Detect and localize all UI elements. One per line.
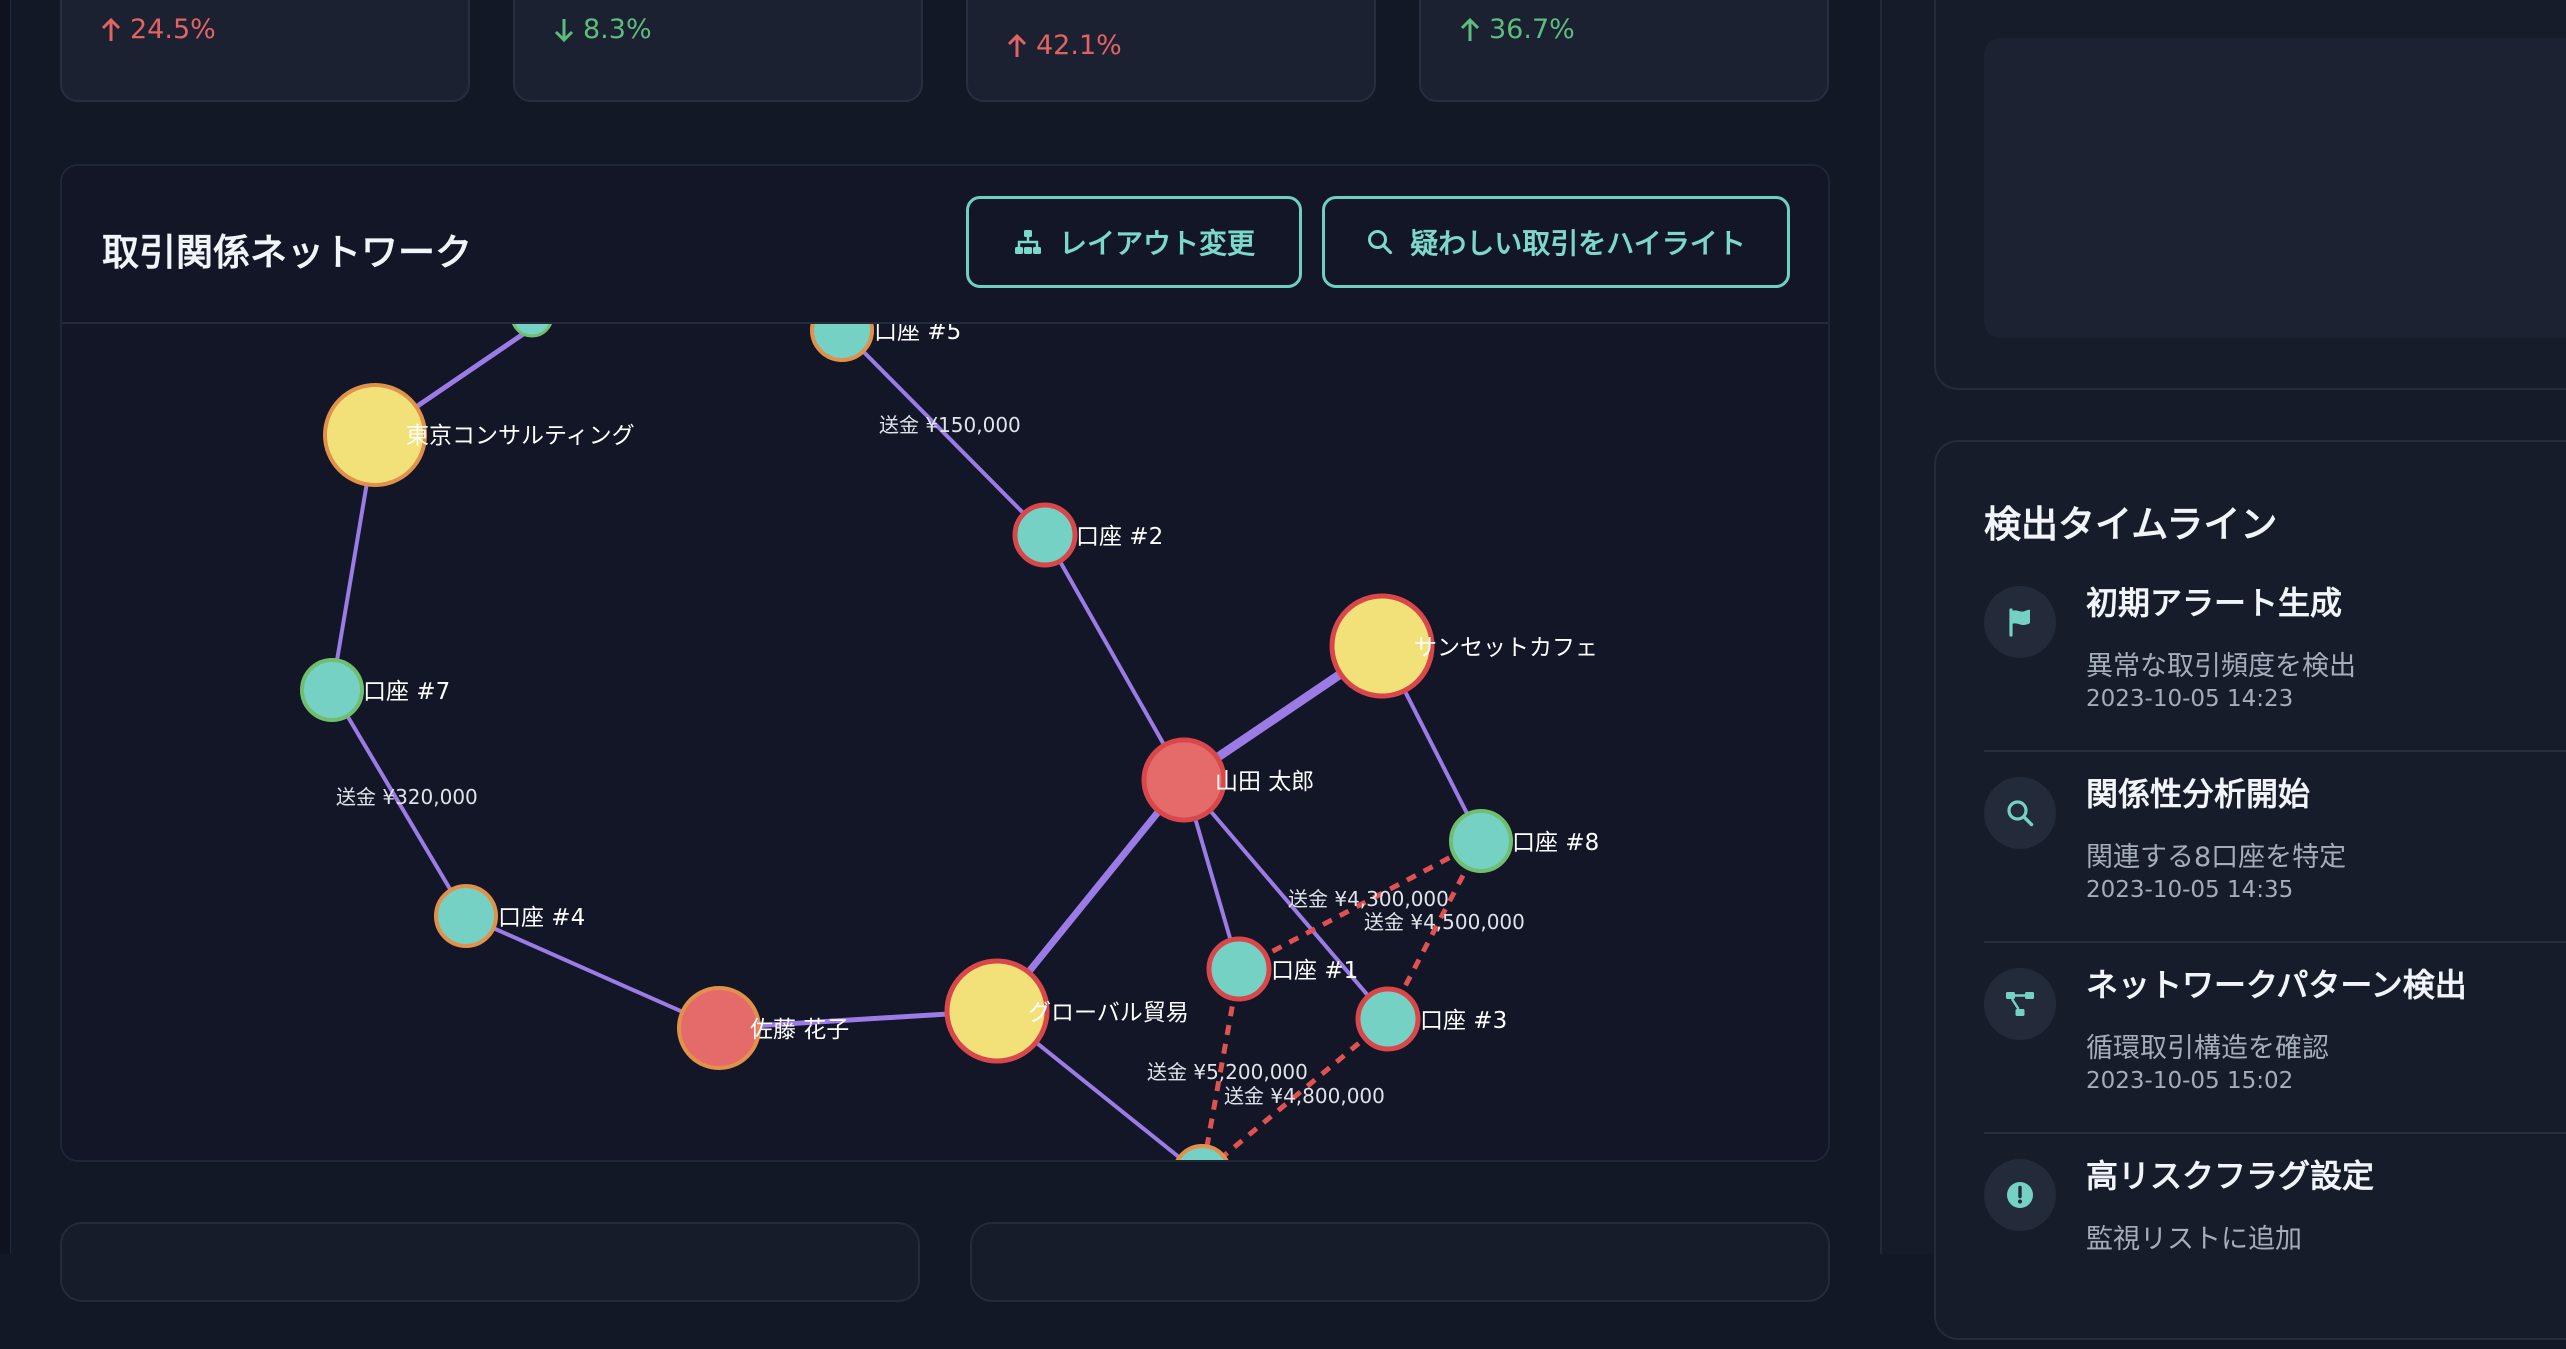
layout-change-button[interactable]: レイアウト変更 bbox=[966, 196, 1302, 288]
timeline-item-title: ネットワークパターン検出 bbox=[2086, 966, 2467, 1004]
divider bbox=[1984, 1132, 2566, 1134]
timeline-item[interactable]: 関係性分析開始 関連する8口座を特定 2023-10-05 14:35 bbox=[1984, 775, 2566, 967]
node-label: グローバル貿易 bbox=[1028, 1000, 1189, 1026]
timeline-item-title: 関係性分析開始 bbox=[2086, 775, 2311, 813]
graph-node-account1[interactable] bbox=[1206, 936, 1272, 1002]
graph-node-account4[interactable] bbox=[434, 884, 498, 948]
timeline-item-desc: 循環取引構造を確認 bbox=[2086, 1033, 2329, 1064]
timeline-item-desc: 異常な取引頻度を検出 bbox=[2086, 651, 2356, 682]
timeline-icon bbox=[1984, 586, 2056, 658]
edge-label: 送金 ¥320,000 bbox=[336, 785, 478, 809]
node-label: 東京コンサルティング bbox=[406, 423, 635, 449]
node-label: 口座 #2 bbox=[1076, 524, 1163, 550]
edge-label: 送金 ¥4,800,000 bbox=[1224, 1084, 1385, 1108]
graph-node-sato[interactable] bbox=[677, 986, 761, 1070]
graph-node-account3[interactable] bbox=[1355, 986, 1421, 1052]
timeline-item-desc: 関連する8口座を特定 bbox=[2086, 842, 2347, 873]
graph-node-yamada[interactable] bbox=[1141, 737, 1227, 823]
edge-label: 送金 ¥4,500,000 bbox=[1364, 910, 1525, 934]
bottom-card-1 bbox=[60, 1222, 920, 1302]
timeline-item-time: 2023-10-05 14:23 bbox=[2086, 686, 2294, 712]
stat-card-4: 36.7% bbox=[1419, 0, 1829, 102]
stat-card-2: 8.3% bbox=[513, 0, 923, 102]
arrow-up-icon bbox=[1460, 17, 1480, 41]
edge-label: 送金 ¥150,000 bbox=[879, 413, 1021, 437]
timeline-item[interactable]: 高リスクフラグ設定 監視リストに追加 bbox=[1984, 1157, 2566, 1349]
graph-node-partial[interactable] bbox=[1174, 1144, 1230, 1162]
edges bbox=[330, 325, 1484, 1160]
timeline-icon bbox=[1984, 777, 2056, 849]
stat-card-3: 42.1% bbox=[966, 0, 1376, 102]
timeline-item[interactable]: 初期アラート生成 異常な取引頻度を検出 2023-10-05 14:23 bbox=[1984, 584, 2566, 776]
highlight-suspicious-button[interactable]: 疑わしい取引をハイライト bbox=[1322, 196, 1790, 288]
alert-icon bbox=[2007, 1182, 2033, 1208]
graph-node-account8[interactable] bbox=[1449, 809, 1513, 873]
timeline-item[interactable]: ネットワークパターン検出 循環取引構造を確認 2023-10-05 15:02 bbox=[1984, 966, 2566, 1158]
arrow-up-icon bbox=[101, 17, 121, 41]
edge-label: 送金 ¥5,200,000 bbox=[1147, 1060, 1308, 1084]
search-icon bbox=[1368, 230, 1393, 255]
divider bbox=[1984, 750, 2566, 752]
network-header: 取引関係ネットワーク レイアウト変更 疑わしい取引をハイライト bbox=[62, 166, 1828, 324]
stat-card-1: 24.5% bbox=[60, 0, 470, 102]
timeline-item-title: 高リスクフラグ設定 bbox=[2086, 1157, 2375, 1195]
node-label: 山田 太郎 bbox=[1215, 769, 1314, 795]
timeline-icon bbox=[1984, 1159, 2056, 1231]
node-label: 口座 #3 bbox=[1420, 1008, 1507, 1034]
graph-node-account7[interactable] bbox=[300, 658, 364, 722]
bottom-card-2 bbox=[970, 1222, 1830, 1302]
node-label: 口座 #1 bbox=[1271, 958, 1358, 984]
graph-node-account2[interactable] bbox=[1012, 502, 1078, 568]
node-label: 佐藤 花子 bbox=[750, 1017, 849, 1043]
timeline-item-time: 2023-10-05 15:02 bbox=[2086, 1068, 2294, 1094]
node-label: 口座 #7 bbox=[363, 679, 450, 705]
timeline-title: 検出タイムライン bbox=[1984, 503, 2278, 546]
flag-icon bbox=[2009, 608, 2030, 637]
search-icon bbox=[2007, 800, 2034, 827]
network-title: 取引関係ネットワーク bbox=[102, 231, 472, 274]
timeline-item-desc: 監視リストに追加 bbox=[2086, 1224, 2302, 1255]
timeline-item-title: 初期アラート生成 bbox=[2086, 584, 2343, 622]
timeline-item-time: 2023-10-05 14:35 bbox=[2086, 877, 2294, 903]
arrow-up-icon bbox=[1007, 33, 1027, 57]
top-right-panel-content bbox=[1984, 38, 2566, 338]
stat-change-4: 36.7% bbox=[1459, 14, 1575, 45]
node-label: 口座 #8 bbox=[1512, 830, 1599, 856]
divider bbox=[1984, 941, 2566, 943]
timeline-icon bbox=[1984, 968, 2056, 1040]
sitemap-icon bbox=[1014, 230, 1041, 254]
stat-change-3: 42.1% bbox=[1006, 30, 1122, 61]
stat-change-1: 24.5% bbox=[100, 14, 216, 45]
node-label: サンセットカフェ bbox=[1414, 635, 1598, 661]
edge-label: 送金 ¥4,300,000 bbox=[1288, 887, 1449, 911]
arrow-down-icon bbox=[554, 18, 574, 42]
network-panel: 送金 ¥150,000 送金 ¥320,000 送金 ¥4,300,000 送金… bbox=[60, 164, 1830, 1162]
network-icon bbox=[2006, 992, 2034, 1016]
node-label: 口座 #4 bbox=[498, 905, 585, 931]
stat-change-2: 8.3% bbox=[553, 14, 652, 45]
